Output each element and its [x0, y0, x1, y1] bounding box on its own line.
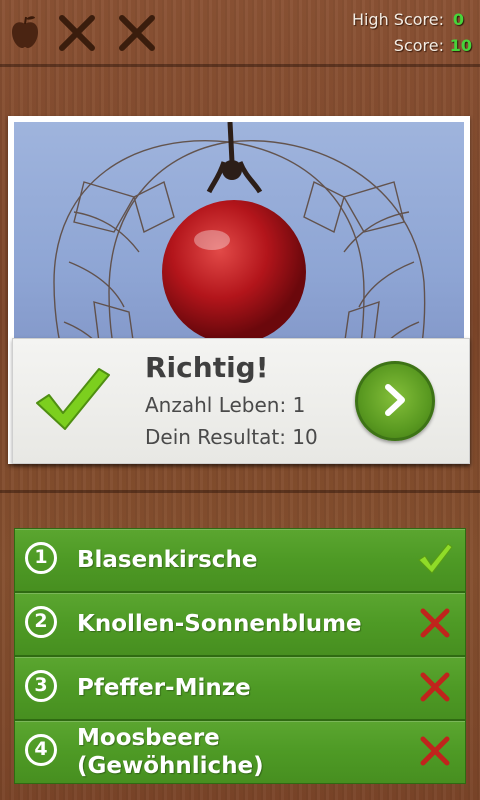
- apple-icon: [12, 16, 38, 48]
- score-value: 10: [449, 36, 472, 55]
- check-icon: [418, 543, 453, 574]
- top-bar: High Score: 0 Score: 10: [0, 0, 480, 66]
- answer-number: 1: [34, 546, 48, 568]
- answer-number-badge: 4: [25, 734, 57, 766]
- x-icon: [119, 15, 155, 51]
- x-icon: [420, 608, 450, 638]
- answer-number-badge: 3: [25, 670, 57, 702]
- answer-label: Moosbeere (Gewöhnliche): [77, 725, 264, 779]
- check-icon: [36, 368, 110, 430]
- answer-list: 1 Blasenkirsche 2 Knollen-Sonnenblume 3 …: [14, 528, 466, 784]
- high-score-label: High Score:: [351, 10, 444, 29]
- x-icon: [420, 736, 450, 766]
- answer-number: 3: [34, 674, 48, 696]
- x-icon: [59, 15, 95, 51]
- answer-option-2[interactable]: 2 Knollen-Sonnenblume: [14, 592, 466, 656]
- wood-plank-seam: [0, 490, 480, 493]
- result-score-text: Dein Resultat: 10: [145, 425, 318, 449]
- answer-number-badge: 2: [25, 606, 57, 638]
- result-title: Richtig!: [145, 351, 269, 384]
- high-score-value: 0: [452, 10, 464, 29]
- score-label: Score:: [393, 36, 444, 55]
- answer-option-4[interactable]: 4 Moosbeere (Gewöhnliche): [14, 720, 466, 784]
- chevron-right-icon: [385, 384, 405, 416]
- answer-number-badge: 1: [25, 542, 57, 574]
- answer-label: Blasenkirsche: [77, 547, 258, 573]
- result-panel: Richtig! Anzahl Leben: 1 Dein Resultat: …: [12, 338, 470, 464]
- answer-number: 4: [34, 738, 48, 760]
- answer-number: 2: [34, 610, 48, 632]
- x-icon: [420, 672, 450, 702]
- lives-remaining-text: Anzahl Leben: 1: [145, 393, 306, 417]
- answer-option-3[interactable]: 3 Pfeffer-Minze: [14, 656, 466, 720]
- answer-label: Knollen-Sonnenblume: [77, 611, 362, 637]
- answer-label: Pfeffer-Minze: [77, 675, 251, 701]
- answer-option-1[interactable]: 1 Blasenkirsche: [14, 528, 466, 592]
- next-button[interactable]: [355, 361, 435, 441]
